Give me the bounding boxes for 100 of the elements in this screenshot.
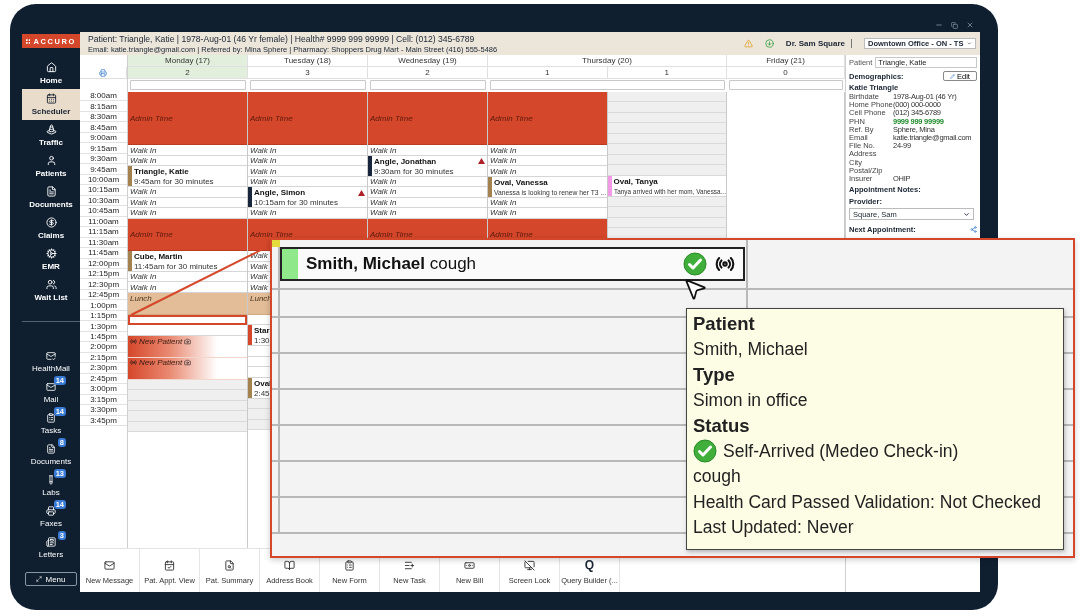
new-patient-block[interactable]: New Patient (128, 335, 247, 358)
minimize-icon[interactable] (935, 21, 943, 29)
nav-item[interactable]: Home (22, 58, 80, 89)
filter-field[interactable] (250, 80, 366, 90)
camera-icon (184, 337, 192, 345)
walk-in-slot[interactable]: Walk In (488, 155, 607, 167)
restore-icon[interactable] (951, 22, 958, 29)
slot-label: New Patient (139, 336, 183, 346)
selected-slot[interactable] (128, 314, 247, 326)
status-strip (282, 249, 298, 279)
banknote-icon (464, 560, 475, 571)
time-label: 11:30am (80, 237, 127, 249)
gear-icon (45, 248, 57, 259)
day-header[interactable]: Tuesday (18) (248, 55, 368, 67)
home-icon (45, 62, 57, 73)
broadcast-icon (130, 359, 137, 367)
day-header[interactable]: Friday (21) (727, 55, 845, 67)
nav-item[interactable]: Documents (22, 182, 80, 213)
walk-in-slot[interactable]: Walk In (488, 197, 607, 209)
walk-in-slot[interactable]: Walk In (128, 155, 247, 167)
download-icon[interactable] (764, 39, 774, 48)
corner-marker (272, 240, 280, 247)
provider-name: Dr. Sam Square (785, 39, 852, 48)
walk-in-slot[interactable]: Walk In (488, 208, 607, 219)
appointment-block[interactable]: Smith, Michael cough (280, 247, 745, 281)
filter-field[interactable] (729, 80, 843, 90)
time-label: 1:30pm (80, 321, 127, 332)
walk-in-slot[interactable]: Walk In (128, 208, 247, 219)
walk-in-slot[interactable]: Walk In (128, 187, 247, 198)
walk-in-slot[interactable]: Walk In (248, 155, 367, 167)
nav-item[interactable]: Patients (22, 151, 80, 182)
appointment-card[interactable]: Oval, Vanessa Vanessa is looking to renew her T3 ... (488, 176, 607, 198)
appointment-note: Tanya arrived with her mom, Vanessa... (613, 186, 726, 196)
walk-in-slot[interactable]: Walk In (248, 208, 367, 219)
patient-summary: Patient: Triangle, Katie | 1978-Aug-01 (46 Yr female) | Health# 9999 999 99999 | Cell: (012) 345-6789 (88, 33, 476, 44)
dollar-icon (45, 217, 57, 228)
day-header[interactable]: Thursday (20) (488, 55, 727, 67)
patient-name: Angle, Simon (254, 188, 306, 198)
appointment-count: 2 (128, 67, 248, 79)
tooltip-heading: Patient (693, 312, 756, 336)
appointment-card[interactable]: Cube, Martin 11:45am for 30 minutes (128, 251, 247, 272)
appointment-count: 0 (727, 67, 845, 79)
menu-button[interactable]: Menu (25, 572, 77, 586)
time-label: 8:45am (80, 122, 127, 133)
book-icon (284, 560, 295, 571)
walk-in-slot[interactable]: Walk In (488, 145, 607, 156)
walk-in-slot[interactable]: Walk In (128, 272, 247, 283)
nav-item[interactable]: Wait List (22, 275, 80, 306)
tooltip-heading: Status (693, 414, 751, 438)
printer-icon[interactable] (99, 68, 107, 77)
inbox-item[interactable]: HealthMail (22, 346, 80, 377)
clipboard-icon (344, 560, 355, 571)
day-header[interactable]: Monday (17) (128, 55, 248, 67)
warning-icon[interactable] (743, 39, 753, 48)
time-label: 12:30pm (80, 279, 127, 290)
time-label: 12:15pm (80, 268, 127, 280)
time-label: 9:30am (80, 153, 127, 165)
nav-item[interactable]: EMR (22, 244, 80, 275)
appointment-count: 3 (248, 67, 368, 79)
nav-item[interactable]: Traffic (22, 120, 80, 151)
filter-field[interactable] (130, 80, 246, 90)
walk-in-slot[interactable]: Walk In (368, 176, 487, 188)
mail-icon (104, 560, 115, 571)
walk-in-slot[interactable]: Walk In (368, 145, 487, 156)
walk-in-slot[interactable]: Walk In (248, 145, 367, 156)
walk-in-slot[interactable]: Walk In (128, 282, 247, 293)
patient-name: Angle, Jonathan (374, 156, 437, 166)
appointment-card[interactable]: Triangle, Katie 9:45am for 30 minutes (128, 166, 247, 188)
tooltip-text: Last Updated: Never (693, 516, 855, 539)
nav-item[interactable]: Scheduler (22, 89, 80, 120)
patient-name: Star (254, 326, 270, 336)
walk-in-slot[interactable]: Walk In (128, 197, 247, 209)
new-patient-block[interactable]: New Patient (128, 357, 247, 380)
walk-in-slot[interactable]: Walk In (368, 208, 487, 219)
time-label: 2:00pm (80, 342, 127, 353)
filter-field[interactable] (490, 80, 725, 90)
broadcast-icon (715, 254, 735, 274)
share-icon[interactable] (970, 226, 977, 234)
nav-item[interactable]: Claims (22, 213, 80, 244)
caret-icon (963, 210, 970, 218)
day-header[interactable]: Wednesday (19) (368, 55, 488, 67)
time-label: 8:30am (80, 111, 127, 123)
close-icon[interactable] (966, 21, 974, 29)
mail-icon (46, 381, 56, 392)
appointment-card[interactable]: Angle, Simon 10:15am for 30 minutes (248, 187, 367, 209)
document-icon (46, 443, 56, 454)
walk-in-slot[interactable]: Walk In (368, 197, 487, 209)
patient-name: Oval, Tanya (613, 176, 658, 186)
check-icon (683, 252, 707, 276)
time-label: 11:45am (80, 248, 127, 259)
walk-in-slot[interactable]: Walk In (128, 145, 247, 156)
appointment-card[interactable]: Angle, Jonathan 9:30am for 30 minutes (368, 155, 487, 177)
appointment-count: 2 (368, 67, 488, 79)
walk-in-slot[interactable]: Walk In (368, 187, 487, 198)
walk-in-slot[interactable]: Walk In (248, 166, 367, 177)
walk-in-slot[interactable]: Walk In (488, 166, 607, 177)
camera-icon (184, 359, 192, 367)
filter-field[interactable] (370, 80, 486, 90)
walk-in-slot[interactable]: Walk In (248, 176, 367, 188)
appointment-note: 9:45am for 30 minutes (134, 177, 214, 187)
